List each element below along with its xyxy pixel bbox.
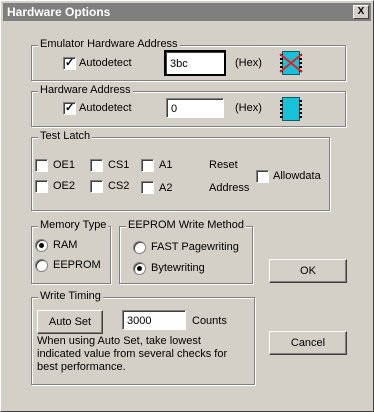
cs2-label: CS2	[108, 180, 130, 192]
emulator-autodetect-label: Autodetect	[79, 57, 132, 69]
emulator-address-legend: Emulator Hardware Address	[38, 38, 180, 50]
bytewriting-label: Bytewriting	[151, 262, 205, 274]
hardware-hex-label: (Hex)	[235, 102, 262, 114]
hardware-address-legend: Hardware Address	[38, 84, 133, 96]
emulator-autodetect-checkbox[interactable]	[63, 56, 76, 70]
oe1-label: OE1	[53, 159, 76, 171]
a1-checkbox[interactable]	[141, 159, 154, 172]
hardware-autodetect-label: Autodetect	[79, 102, 132, 114]
hardware-chip-icon	[276, 95, 306, 123]
memory-type-legend: Memory Type	[38, 219, 109, 231]
memory-type-group: Memory Type	[31, 219, 111, 284]
oe2-label: OE2	[53, 180, 76, 192]
eeprom-write-method-group: EEPROM Write Method	[119, 219, 253, 284]
auto-set-button[interactable]: Auto Set	[37, 310, 103, 334]
hardware-address-input[interactable]: 0	[166, 98, 224, 118]
allowdata-checkbox[interactable]	[256, 170, 269, 183]
fast-pagewriting-radio[interactable]	[133, 241, 146, 254]
a1-label: A1	[159, 159, 173, 171]
allowdata-label: Allowdata	[273, 170, 321, 182]
emulator-address-input[interactable]: 3bc	[164, 50, 226, 76]
title-bar: Hardware Options X	[3, 3, 371, 21]
hardware-autodetect-checkbox[interactable]	[63, 101, 76, 115]
cancel-button[interactable]: Cancel	[269, 331, 347, 355]
ram-label: RAM	[53, 239, 78, 251]
eeprom-radio[interactable]	[35, 259, 48, 272]
cs2-checkbox[interactable]	[90, 180, 103, 193]
eeprom-label: EEPROM	[53, 259, 101, 271]
counts-label: Counts	[192, 315, 227, 327]
fast-pagewriting-label: FAST Pagewriting	[151, 241, 239, 253]
hardware-options-window: Hardware Options X Emulator Hardware Add…	[0, 0, 374, 412]
test-latch-legend: Test Latch	[38, 130, 93, 142]
oe2-checkbox[interactable]	[35, 180, 48, 193]
write-timing-note: When using Auto Set, take lowest indicat…	[37, 335, 228, 373]
a2-checkbox[interactable]	[141, 181, 154, 194]
emulator-hex-label: (Hex)	[235, 57, 262, 69]
eeprom-write-method-legend: EEPROM Write Method	[126, 219, 246, 231]
ram-radio[interactable]	[35, 239, 48, 252]
ok-button[interactable]: OK	[269, 259, 347, 283]
close-button[interactable]: X	[353, 5, 369, 19]
address-label: Address	[209, 182, 250, 194]
oe1-checkbox[interactable]	[35, 159, 48, 172]
a2-label: A2	[159, 182, 173, 194]
window-title: Hardware Options	[7, 5, 111, 19]
write-timing-legend: Write Timing	[38, 290, 103, 302]
reset-label: Reset	[209, 159, 238, 171]
cs1-checkbox[interactable]	[90, 159, 103, 172]
bytewriting-radio[interactable]	[133, 262, 146, 275]
write-timing-input[interactable]: 3000	[122, 310, 186, 330]
cs1-label: CS1	[108, 159, 130, 171]
emulator-chip-icon	[276, 48, 306, 78]
